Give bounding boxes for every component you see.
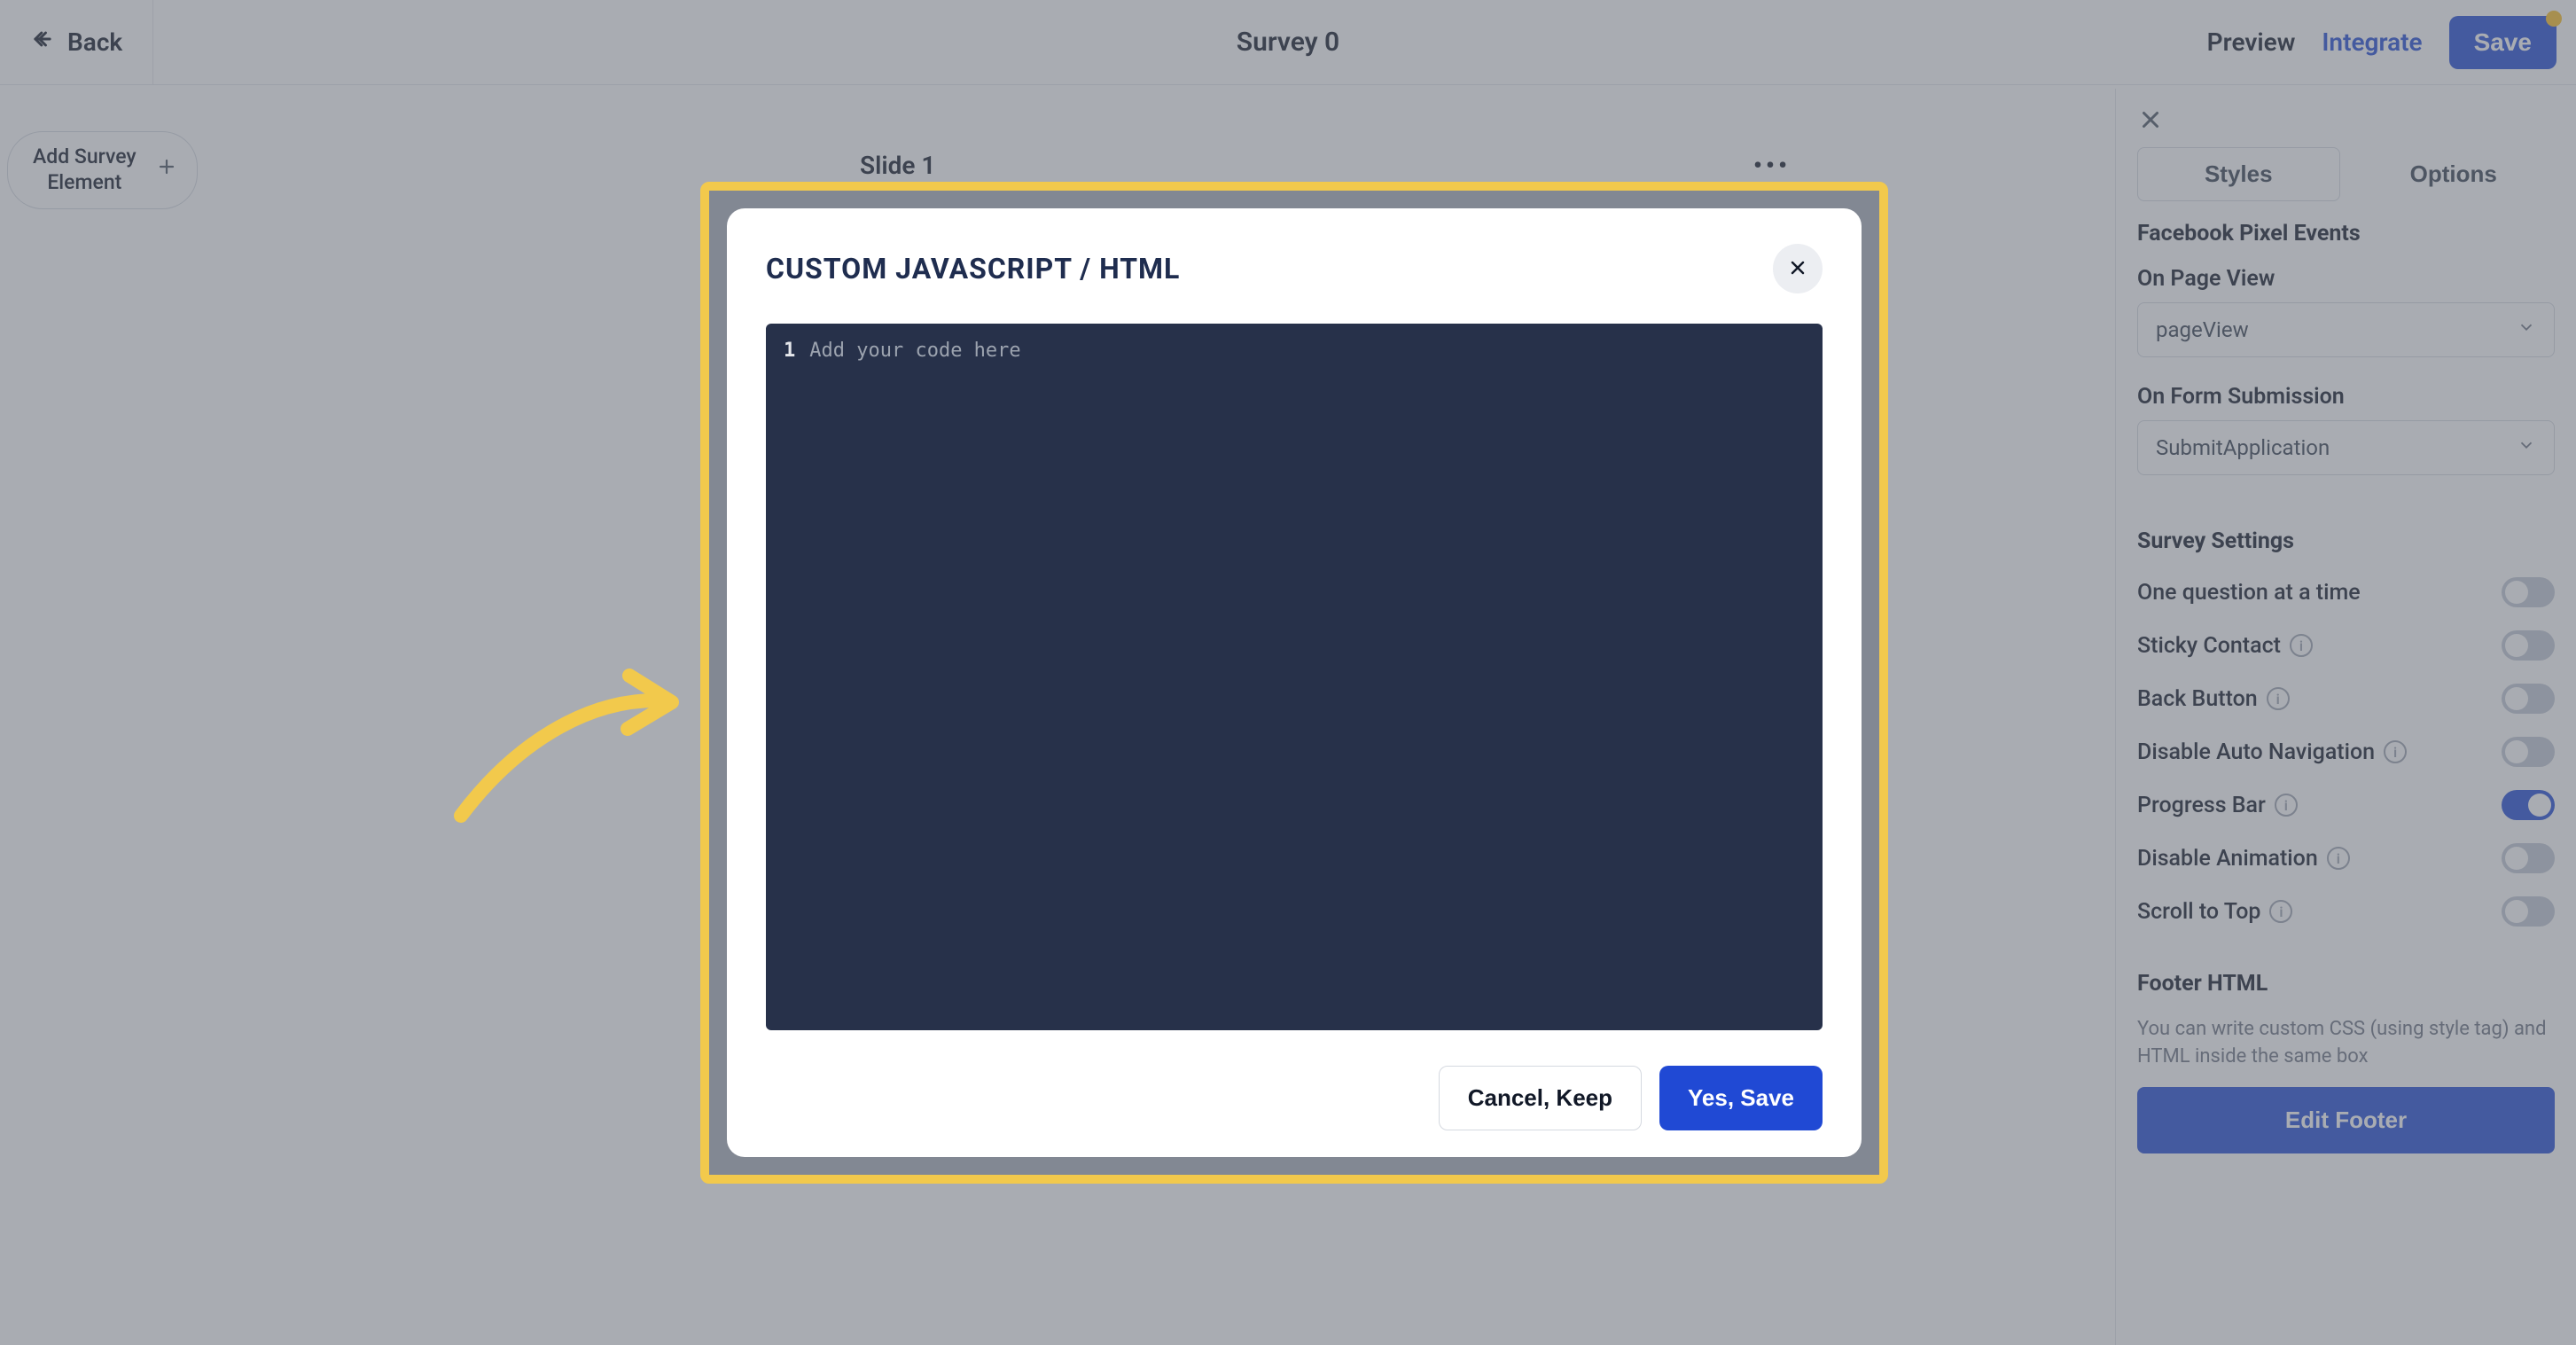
close-icon [1787, 257, 1808, 281]
modal-title: CUSTOM JAVASCRIPT / HTML [766, 252, 1180, 285]
modal-close-button[interactable] [1773, 244, 1823, 293]
code-placeholder: Add your code here [809, 340, 1020, 1014]
code-editor[interactable]: 1 Add your code here [766, 324, 1823, 1030]
modal-actions: Cancel, Keep Yes, Save [766, 1066, 1823, 1130]
line-number: 1 [784, 340, 795, 1014]
cancel-button[interactable]: Cancel, Keep [1439, 1066, 1642, 1130]
annotation-highlight-frame: CUSTOM JAVASCRIPT / HTML 1 Add your code… [700, 182, 1888, 1184]
confirm-save-button[interactable]: Yes, Save [1659, 1066, 1823, 1130]
annotation-arrow-icon [452, 665, 683, 825]
custom-js-modal: CUSTOM JAVASCRIPT / HTML 1 Add your code… [727, 208, 1862, 1157]
modal-header: CUSTOM JAVASCRIPT / HTML [766, 244, 1823, 293]
